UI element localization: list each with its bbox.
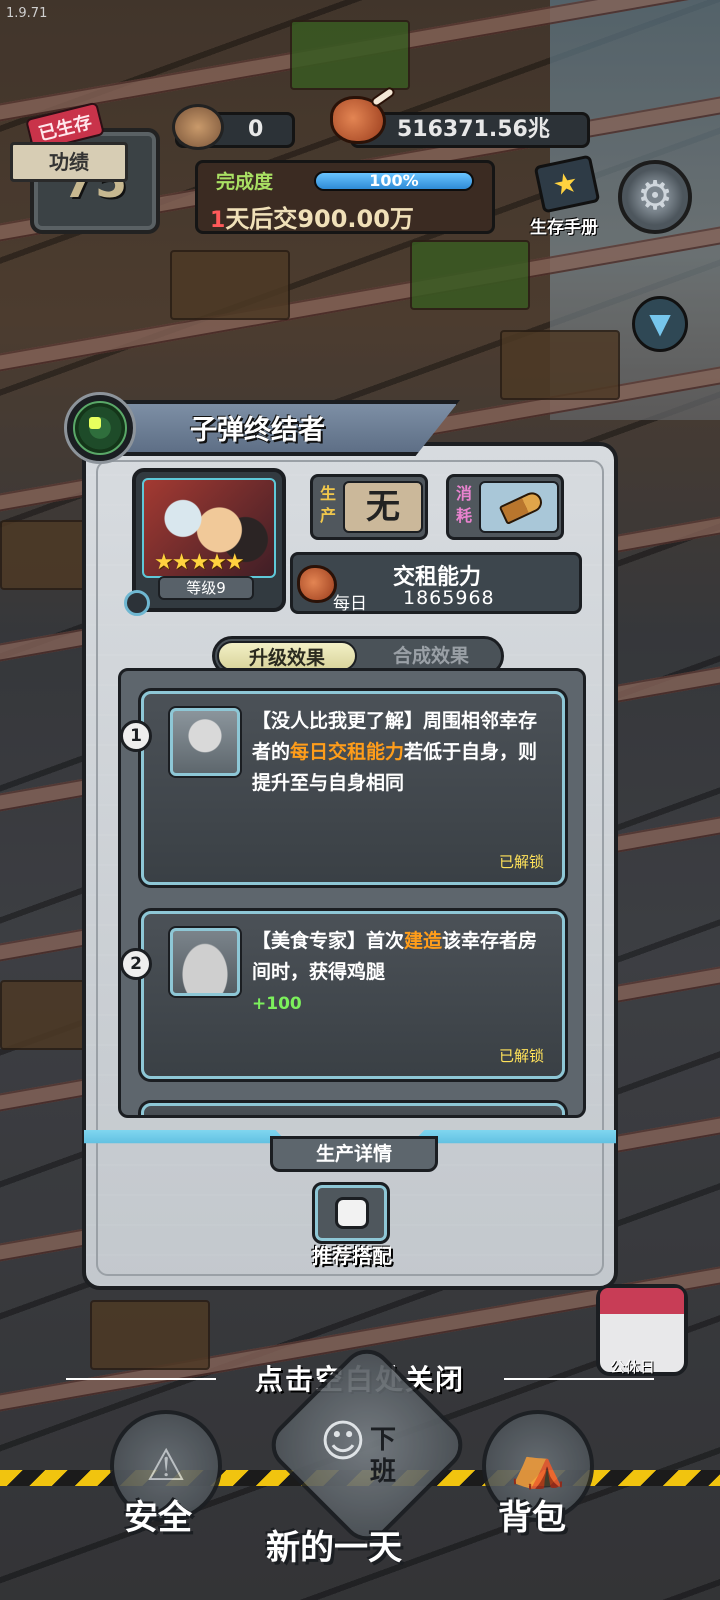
bullet-icon xyxy=(498,489,546,525)
deadline-text: 天后交 xyxy=(225,205,298,233)
canned-food-icon xyxy=(172,104,224,150)
progress-bar: 100% xyxy=(314,171,474,191)
consumption-label: 消耗 xyxy=(455,484,472,525)
settings-button[interactable]: ⚙ xyxy=(618,160,692,234)
unlocked-status: 已解锁 xyxy=(498,853,544,871)
production-label: 生产 xyxy=(319,484,336,525)
effect-highlight: 建造 xyxy=(404,930,443,952)
recommend-label: 推荐搭配 xyxy=(312,1244,392,1268)
production-box: 生产 无 xyxy=(310,474,428,540)
gear-icon: ⚙ xyxy=(637,173,673,219)
rent-deadline: 1天后交900.00万 xyxy=(210,199,414,234)
effect-text: 【美食专家】首次 xyxy=(252,930,405,952)
recommend-button[interactable] xyxy=(312,1182,390,1244)
effect-bonus: +100 xyxy=(252,994,302,1014)
effect-card-partial xyxy=(141,1103,565,1115)
production-value: 无 xyxy=(343,481,423,533)
star-icon: ★ xyxy=(549,165,582,203)
rent-ability-box: 交租能力 每日 1865968 xyxy=(290,552,582,614)
merit-button[interactable]: 功绩 xyxy=(10,142,128,182)
portrait-knob-icon xyxy=(124,590,150,616)
roast-chicken-icon xyxy=(170,928,240,996)
deadline-amount: 900.00万 xyxy=(297,205,414,233)
effect-index: 1 xyxy=(121,720,152,752)
dialog-title: 子弹终结者 xyxy=(190,415,325,446)
effect-index: 2 xyxy=(121,948,152,980)
level-tag: 等级9 xyxy=(158,576,254,600)
pointing-man-icon xyxy=(170,708,240,776)
book-icon: ★ xyxy=(533,154,601,214)
off-work-label: 下班 xyxy=(370,1425,397,1487)
effect-description: 【没人比我更了解】周围相邻幸存者的每日交租能力若低于自身，则提升至与自身相同 xyxy=(252,706,548,799)
drumstick-icon xyxy=(297,565,337,603)
survivor-portrait[interactable]: ★★★★★ 等级9 xyxy=(124,468,286,616)
manual-label: 生存手册 xyxy=(530,218,598,238)
effects-list[interactable]: 1 【没人比我更了解】周围相邻幸存者的每日交租能力若低于自身，则提升至与自身相同… xyxy=(118,668,586,1118)
effect-card: 1 【没人比我更了解】周围相邻幸存者的每日交租能力若低于自身，则提升至与自身相同… xyxy=(121,691,565,885)
progress-value: 100% xyxy=(369,171,419,190)
tab-upgrade-effects[interactable]: 升级效果 xyxy=(217,641,357,671)
progress-panel[interactable]: 完成度 100% 1天后交900.00万 xyxy=(195,160,495,234)
backpack-label: 背包 xyxy=(498,1498,566,1538)
radar-icon xyxy=(64,392,136,464)
radar-dot xyxy=(89,417,101,429)
calendar-icon xyxy=(600,1288,684,1314)
overlap-squares-icon xyxy=(335,1197,369,1229)
unlocked-status: 已解锁 xyxy=(498,1047,544,1065)
effect-highlight: 每日交租能力 xyxy=(290,741,405,763)
collapse-button[interactable]: ▼ xyxy=(632,296,688,352)
cat-face-icon: ☺ xyxy=(320,1416,366,1467)
star-rating: ★★★★★ xyxy=(154,550,245,575)
chevron-down-icon: ▼ xyxy=(649,307,671,340)
effect-card: 2 【美食专家】首次建造该幸存者房间时，获得鸡腿 +100 已解锁 xyxy=(121,911,565,1079)
consumption-slot xyxy=(479,481,559,533)
consumption-box[interactable]: 消耗 xyxy=(446,474,564,540)
tab-merge-effects[interactable]: 合成效果 xyxy=(361,641,501,671)
progress-label: 完成度 xyxy=(216,171,274,193)
rent-period: 每日 xyxy=(333,594,367,614)
production-details-tab[interactable]: 生产详情 xyxy=(270,1136,438,1172)
version-label: 1.9.71 xyxy=(6,6,48,21)
survival-manual-button[interactable]: ★ 生存手册 xyxy=(514,154,614,238)
rent-value: 1865968 xyxy=(403,587,495,609)
meat-counter: 516371.56兆 xyxy=(350,112,590,148)
deadline-days: 1 xyxy=(210,208,226,233)
effect-description: 【美食专家】首次建造该幸存者房间时，获得鸡腿 +100 xyxy=(252,926,548,1020)
safety-label: 安全 xyxy=(124,1498,192,1538)
new-day-label: 新的一天 xyxy=(266,1528,402,1568)
